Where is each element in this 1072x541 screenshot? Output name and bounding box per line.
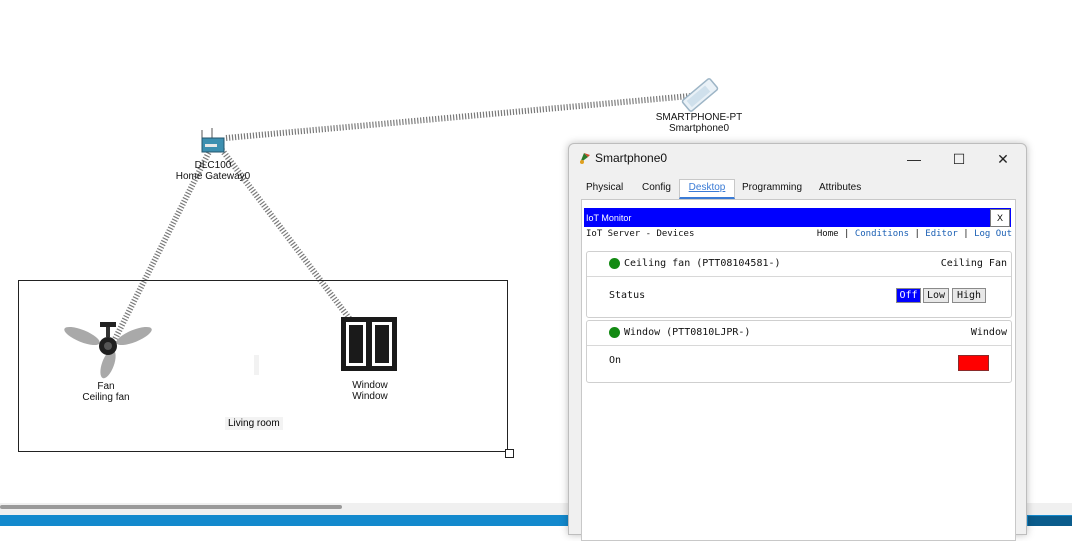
home-gateway-icon[interactable] [198,128,228,158]
device-card-ceiling-fan: Ceiling fan (PTT08104581-) Ceiling Fan S… [586,251,1012,318]
device-type: Window [970,327,1007,338]
desktop-panel: IoT Monitor X IoT Server - Devices Home … [581,199,1016,541]
device-header[interactable]: Window (PTT0810LJPR-) Window [587,321,1011,346]
fan-label-line1: Fan [97,381,115,392]
fan-low-button[interactable]: Low [923,288,949,303]
room-resize-handle[interactable] [505,449,514,458]
server-devices-label: IoT Server - Devices [586,229,695,239]
iot-monitor-title: IoT Monitor [586,213,632,223]
nav-conditions[interactable]: Conditions [855,229,909,239]
tab-attributes[interactable]: Attributes [819,180,861,198]
gateway-label-line1: DLC100 [194,160,232,171]
status-dot-icon [609,327,620,338]
link-gateway-smartphone [225,93,691,141]
server-nav: Home | Conditions | Editor | Log Out [817,229,1012,239]
room-label: Living room [225,417,283,430]
window-icon[interactable] [340,316,400,374]
server-nav-line: IoT Server - Devices Home | Conditions |… [586,229,1012,241]
status-dot-icon [609,258,620,269]
tab-desktop[interactable]: Desktop [679,179,735,199]
device-card-window: Window (PTT0810LJPR-) Window On [586,320,1012,383]
window-on-indicator [958,355,989,371]
nav-home[interactable]: Home [817,229,839,239]
tab-config[interactable]: Config [642,180,671,198]
smartphone-label-line2: Smartphone0 [668,123,730,134]
device-name: Window (PTT0810LJPR-) [624,327,751,338]
window-titlebar[interactable]: Smartphone0 — ☐ ✕ [569,144,1026,174]
tab-programming[interactable]: Programming [742,180,802,198]
window-label-line2: Window [352,391,388,402]
window-title: Smartphone0 [595,151,668,165]
tray-button[interactable] [1028,516,1072,526]
nav-logout[interactable]: Log Out [974,229,1012,239]
smartphone-icon[interactable] [676,78,724,112]
nav-separator: | [843,229,850,239]
gateway-label: DLC100 Home Gateway0 [170,160,256,182]
row-label: Status [609,290,646,301]
smartphone-window: Smartphone0 — ☐ ✕ Physical Config Deskto… [568,143,1027,541]
gateway-label-line2: Home Gateway0 [175,171,251,182]
device-header[interactable]: Ceiling fan (PTT08104581-) Ceiling Fan [587,252,1011,277]
scrollbar-thumb[interactable] [0,505,342,509]
device-type: Ceiling Fan [940,258,1007,269]
minimize-button[interactable]: — [897,148,931,170]
ceiling-fan-icon[interactable] [60,318,156,382]
packet-tracer-icon [580,153,590,164]
nav-separator: | [963,229,969,239]
device-name: Ceiling fan (PTT08104581-) [624,258,781,269]
faint-placeholder-mark [254,355,259,375]
nav-separator: | [914,229,920,239]
fan-off-button[interactable]: Off [896,288,921,303]
fan-label-line2: Ceiling fan [82,392,130,403]
smartphone-label: SMARTPHONE-PT Smartphone0 [652,112,746,134]
nav-editor[interactable]: Editor [925,229,958,239]
iot-close-button[interactable]: X [990,209,1010,227]
maximize-button[interactable]: ☐ [942,148,976,170]
fan-high-button[interactable]: High [952,288,986,303]
row-label: On [609,355,622,366]
fan-label: Fan Ceiling fan [66,381,146,403]
close-button[interactable]: ✕ [986,148,1020,170]
window-label: Window Window [330,380,410,402]
window-label-line1: Window [352,380,388,391]
smartphone-label-line1: SMARTPHONE-PT [655,112,743,123]
device-control-row: On [587,346,1011,386]
device-control-row: Status Off Low High [587,277,1011,317]
iot-monitor-titlebar: IoT Monitor X [584,208,1011,227]
tab-physical[interactable]: Physical [586,180,623,198]
